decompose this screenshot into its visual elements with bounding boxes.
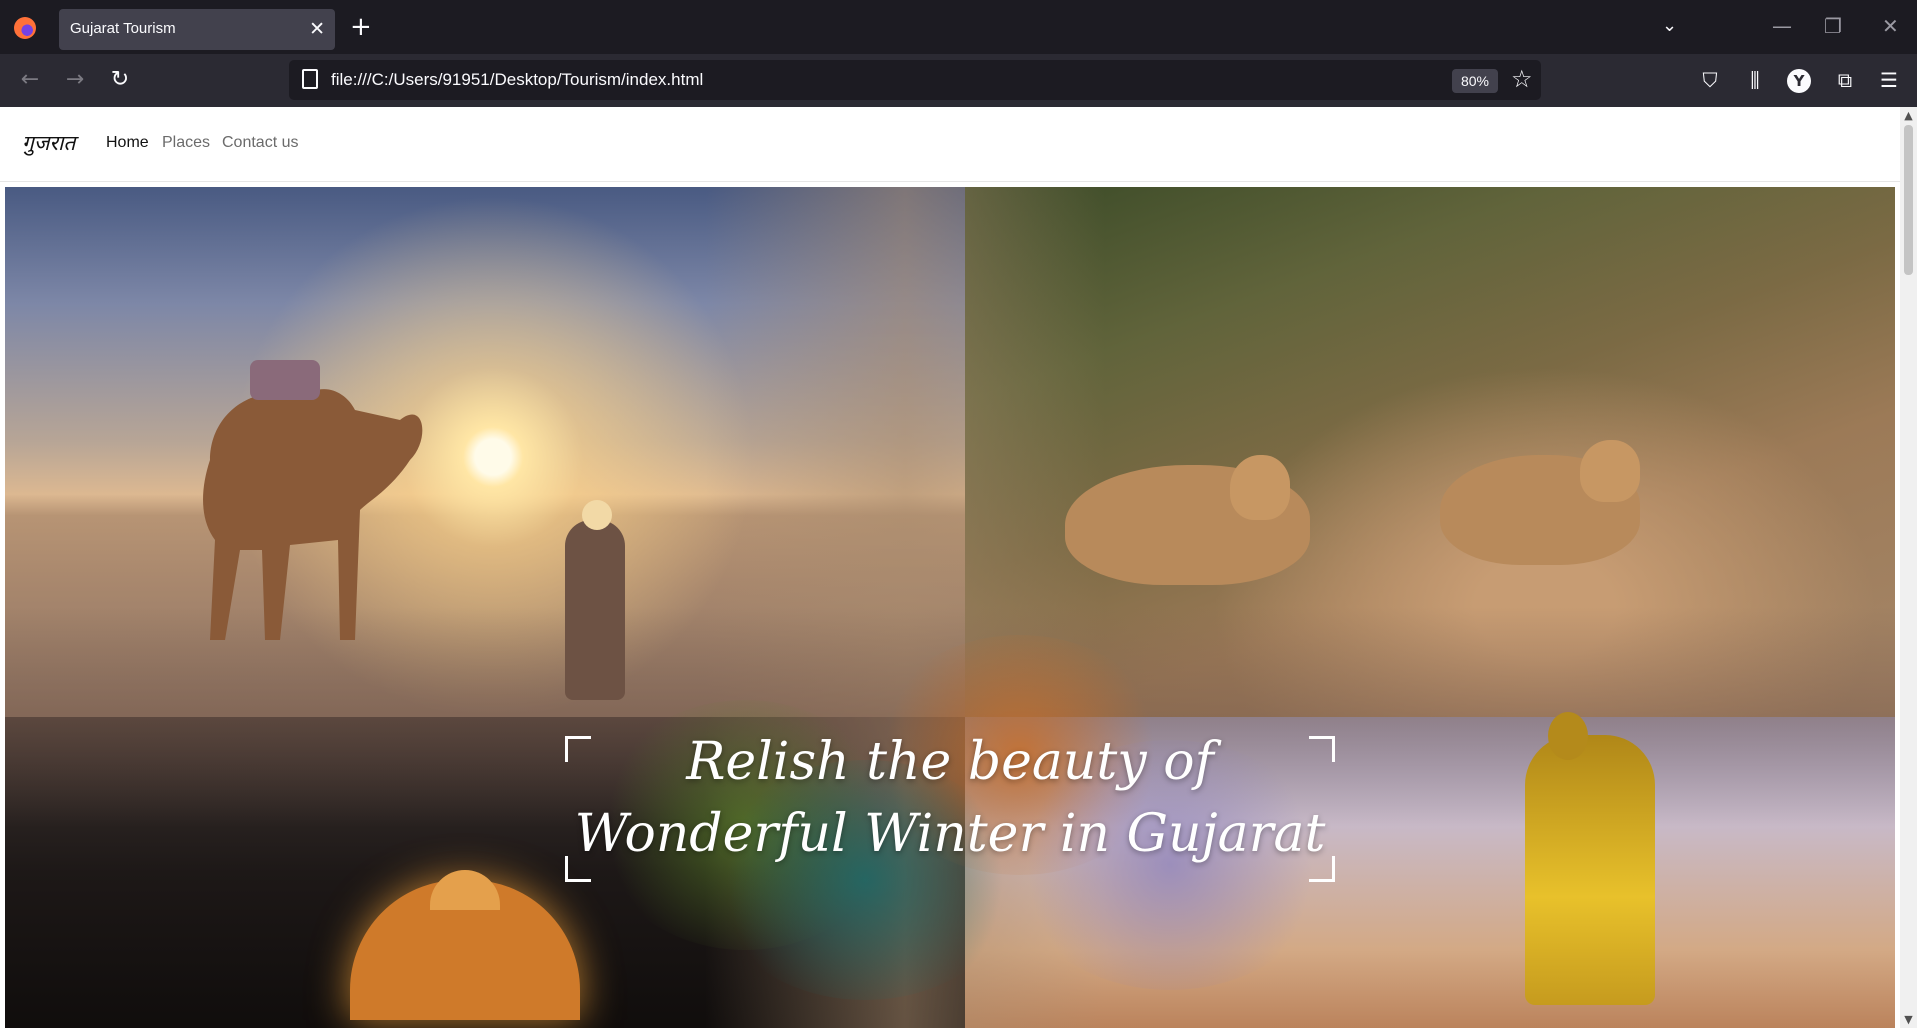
page-scrollbar[interactable]: ▲ ▼ <box>1900 107 1917 1028</box>
nav-contact-us[interactable]: Contact us <box>222 134 298 152</box>
site-logo[interactable]: गुजरात <box>22 129 75 157</box>
scroll-thumb[interactable] <box>1904 125 1913 275</box>
statue-figure <box>1525 735 1655 1005</box>
close-tab-icon[interactable]: ✕ <box>309 17 325 41</box>
pocket-icon[interactable]: ⛉ <box>1695 66 1725 96</box>
man-turban <box>582 500 612 530</box>
tagline-line-1: Relish the beauty of <box>686 732 1214 792</box>
tab-strip: Gujarat Tourism ✕ + ⌄ — ❐ ✕ <box>0 0 1917 54</box>
app-menu-icon[interactable]: ☰ <box>1874 66 1904 96</box>
lioness-right-head <box>1580 440 1640 502</box>
profile-extension-button[interactable]: Y <box>1784 66 1814 96</box>
restore-icon[interactable]: ❐ <box>1824 12 1842 40</box>
nav-home[interactable]: Home <box>106 134 149 152</box>
window-close-icon[interactable]: ✕ <box>1882 12 1899 40</box>
lioness-left-head <box>1230 455 1290 520</box>
new-tab-button[interactable]: + <box>350 12 372 42</box>
url-text[interactable]: file:///C:/Users/91951/Desktop/Tourism/i… <box>331 70 703 90</box>
man-with-instrument <box>565 520 625 700</box>
reload-icon[interactable]: ↻ <box>105 66 135 96</box>
site-navbar: गुजरात Home Places Contact us <box>0 107 1900 182</box>
nav-places[interactable]: Places <box>162 134 210 152</box>
list-all-tabs-icon[interactable]: ⌄ <box>1662 15 1677 36</box>
firefox-logo-icon <box>14 17 36 39</box>
tab-gujarat-tourism[interactable]: Gujarat Tourism ✕ <box>59 9 335 50</box>
minimize-icon[interactable]: — <box>1772 12 1792 40</box>
library-icon[interactable]: ⫼ <box>1740 66 1770 96</box>
hero-tagline: Relish the beauty of Wonderful Winter in… <box>560 726 1340 870</box>
forward-icon[interactable]: → <box>60 66 90 96</box>
statue-head <box>1548 712 1588 760</box>
scroll-up-arrow-icon[interactable]: ▲ <box>1900 107 1917 124</box>
address-bar[interactable]: file:///C:/Users/91951/Desktop/Tourism/i… <box>289 60 1541 100</box>
bookmark-star-icon[interactable]: ☆ <box>1511 63 1533 95</box>
profile-badge: Y <box>1787 69 1811 93</box>
extensions-icon[interactable]: ⧉ <box>1830 66 1860 96</box>
scroll-down-arrow-icon[interactable]: ▼ <box>1900 1011 1917 1028</box>
back-icon[interactable]: ← <box>15 66 45 96</box>
zoom-level-badge[interactable]: 80% <box>1452 69 1498 93</box>
camel-silhouette <box>203 360 423 640</box>
tagline-line-2: Wonderful Winter in Gujarat <box>574 804 1326 864</box>
tab-title: Gujarat Tourism <box>70 20 176 37</box>
page-icon <box>302 69 318 89</box>
